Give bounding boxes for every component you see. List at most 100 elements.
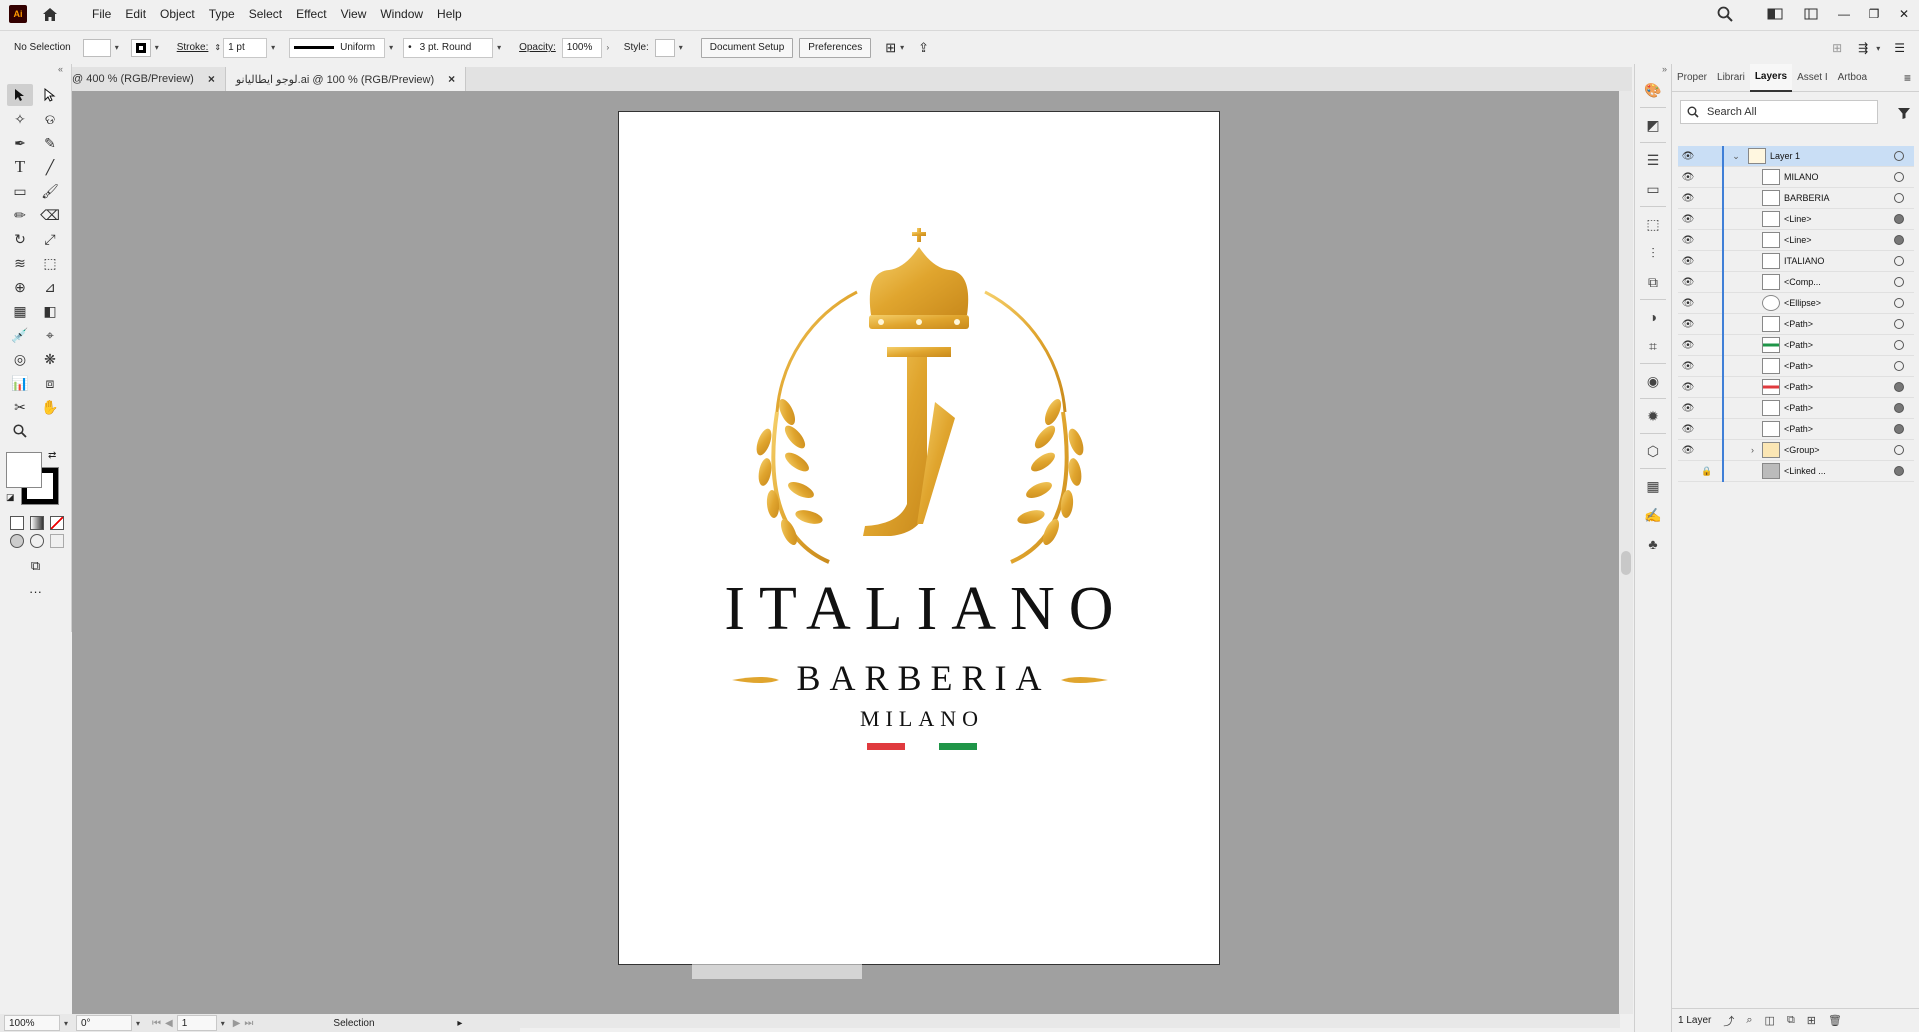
line-segment-tool-icon[interactable]: ╱ xyxy=(37,156,63,178)
tab-properties[interactable]: Proper xyxy=(1672,72,1712,83)
rotation-field[interactable]: 0° xyxy=(76,1015,132,1031)
align-panel-icon[interactable]: ⫶ xyxy=(1639,240,1667,266)
target-circle[interactable] xyxy=(1894,235,1904,245)
layer-name[interactable]: <Path> xyxy=(1784,403,1894,413)
eyedropper-tool-icon[interactable]: 💉 xyxy=(7,324,33,346)
symbol-sprayer-tool-icon[interactable]: ❋ xyxy=(37,348,63,370)
horizontal-scrollbar[interactable] xyxy=(520,1014,1620,1028)
graphic-styles-icon[interactable]: ✹ xyxy=(1639,403,1667,429)
align-grid-icon[interactable]: ⊞ xyxy=(1832,41,1842,55)
layer-name[interactable]: <Path> xyxy=(1784,424,1894,434)
sublayer-row[interactable]: 👁 <Path> xyxy=(1678,397,1914,419)
new-layer-icon[interactable]: ⊞ xyxy=(1807,1014,1816,1027)
preferences-button[interactable]: Preferences xyxy=(799,37,872,58)
export-icon[interactable]: ⇪ xyxy=(918,40,929,56)
visibility-eye-icon[interactable]: 👁 xyxy=(1678,235,1698,246)
layer-name[interactable]: <Path> xyxy=(1784,340,1894,350)
color-guide-icon[interactable]: 🎨 xyxy=(1639,77,1667,103)
layer-name[interactable]: <Linked ... xyxy=(1784,466,1894,476)
stroke-swatch[interactable] xyxy=(130,38,151,57)
scale-tool-icon[interactable]: ⤢ xyxy=(37,228,63,250)
visibility-eye-icon[interactable]: 👁 xyxy=(1678,424,1698,435)
target-circle[interactable] xyxy=(1894,319,1904,329)
chevron-right-icon[interactable]: › xyxy=(1724,445,1762,455)
stroke-weight-field[interactable]: 1 pt xyxy=(223,37,268,58)
3d-materials-icon[interactable]: ⬡ xyxy=(1639,438,1667,464)
shape-builder-tool-icon[interactable]: ⊕ xyxy=(7,276,33,298)
pathfinder-icon[interactable]: ⧉ xyxy=(1639,269,1667,295)
flag-red-bar[interactable] xyxy=(867,743,905,750)
width-tool-icon[interactable]: ≋ xyxy=(7,252,33,274)
target-circle[interactable] xyxy=(1894,256,1904,266)
direct-selection-tool-icon[interactable] xyxy=(37,84,63,106)
sublayer-row[interactable]: 👁 › <Group> xyxy=(1678,439,1914,461)
menu-help[interactable]: Help xyxy=(430,7,469,21)
target-circle[interactable] xyxy=(1894,445,1904,455)
arrange-dropdown-icon[interactable]: ▾ xyxy=(896,43,908,52)
target-circle[interactable] xyxy=(1894,403,1904,413)
stroke-panel-icon[interactable]: ☰ xyxy=(1639,147,1667,173)
logo-subtitle[interactable]: BARBERIA xyxy=(619,657,1219,699)
menu-effect[interactable]: Effect xyxy=(289,7,333,21)
layer-name[interactable]: <Path> xyxy=(1784,382,1894,392)
sublayer-row[interactable]: 👁 <Path> xyxy=(1678,355,1914,377)
control-menu-icon[interactable]: ☰ xyxy=(1894,41,1905,55)
tab-document-2[interactable]: لوجو ايطاليانو.ai @ 100 % (RGB/Preview) … xyxy=(225,67,467,91)
transform-icon[interactable]: ⇶ xyxy=(1858,41,1868,55)
layer-name[interactable]: <Path> xyxy=(1784,361,1894,371)
zoom-tool-icon[interactable] xyxy=(7,420,33,442)
brush-definition[interactable]: • 3 pt. Round xyxy=(403,37,494,58)
sublayer-row[interactable]: 👁 <Path> xyxy=(1678,334,1914,356)
lasso-tool-icon[interactable]: ଡ xyxy=(37,108,63,130)
logo-title[interactable]: ITALIANO xyxy=(619,574,1219,645)
close-window-button[interactable]: ✕ xyxy=(1889,4,1919,24)
layer-name[interactable]: <Group> xyxy=(1784,445,1894,455)
sublayer-row[interactable]: 🔒 <Linked ... xyxy=(1678,460,1914,482)
visibility-eye-icon[interactable]: 👁 xyxy=(1678,403,1698,414)
rectangle-tool-icon[interactable]: ▭ xyxy=(7,180,33,202)
search-icon[interactable] xyxy=(1713,2,1737,26)
prev-artboard-icon[interactable]: ◀ xyxy=(165,1018,173,1029)
target-circle[interactable] xyxy=(1894,382,1904,392)
visibility-eye-icon[interactable]: 👁 xyxy=(1678,340,1698,351)
menu-object[interactable]: Object xyxy=(153,7,202,21)
sublayer-row[interactable]: 👁 <Ellipse> xyxy=(1678,292,1914,314)
collect-for-export-icon[interactable]: ⤴ xyxy=(1723,1013,1734,1029)
sublayer-row[interactable]: 👁 <Line> xyxy=(1678,229,1914,251)
target-circle[interactable] xyxy=(1894,298,1904,308)
eraser-tool-icon[interactable]: ⌫ xyxy=(37,204,63,226)
artboard[interactable]: ITALIANO BARBERIA MILANO xyxy=(618,111,1220,965)
profile-dropdown-icon[interactable]: ▾ xyxy=(385,43,397,52)
tab-libraries[interactable]: Librari xyxy=(1712,72,1750,83)
pen-tool-icon[interactable]: ✒ xyxy=(7,132,33,154)
minimize-button[interactable]: — xyxy=(1829,4,1859,24)
visibility-eye-icon[interactable]: 👁 xyxy=(1678,151,1698,162)
delete-layer-icon[interactable]: 🗑 xyxy=(1828,1014,1842,1027)
menu-select[interactable]: Select xyxy=(242,7,289,21)
artboard-number-field[interactable]: 1 xyxy=(176,1015,217,1031)
paintbrush-tool-icon[interactable]: 🖌 xyxy=(37,180,63,202)
chevron-down-icon[interactable]: ⌄ xyxy=(1724,151,1748,162)
stroke-stepper-icon[interactable]: ⇕ xyxy=(214,43,221,52)
close-tab-icon[interactable]: × xyxy=(448,72,455,86)
logo-emblem[interactable] xyxy=(619,112,1221,572)
last-artboard-icon[interactable]: ⏭ xyxy=(244,1018,253,1029)
close-tab-icon[interactable]: × xyxy=(208,72,215,86)
collapse-icon[interactable]: « xyxy=(0,64,71,80)
canvas-area[interactable]: ITALIANO BARBERIA MILANO xyxy=(72,91,1619,1014)
column-graph-tool-icon[interactable]: 📊 xyxy=(7,372,33,394)
sublayer-row[interactable]: 👁 BARBERIA xyxy=(1678,187,1914,209)
transform-dropdown-icon[interactable]: ▾ xyxy=(1872,44,1884,53)
target-circle[interactable] xyxy=(1894,172,1904,182)
sublayer-row[interactable]: 👁 <Path> xyxy=(1678,376,1914,398)
layer-name[interactable]: Layer 1 xyxy=(1770,151,1894,161)
layers-search-input[interactable]: Search All xyxy=(1680,100,1878,124)
variable-width-profile[interactable]: Uniform xyxy=(289,37,386,58)
shaper-tool-icon[interactable]: ✏ xyxy=(7,204,33,226)
artboard-dropdown-icon[interactable]: ▾ xyxy=(217,1019,229,1028)
visibility-eye-icon[interactable]: 👁 xyxy=(1678,193,1698,204)
first-artboard-icon[interactable]: ⏮ xyxy=(152,1018,161,1029)
menu-edit[interactable]: Edit xyxy=(118,7,153,21)
stroke-label[interactable]: Stroke: xyxy=(177,42,209,53)
opacity-label[interactable]: Opacity: xyxy=(519,42,556,53)
